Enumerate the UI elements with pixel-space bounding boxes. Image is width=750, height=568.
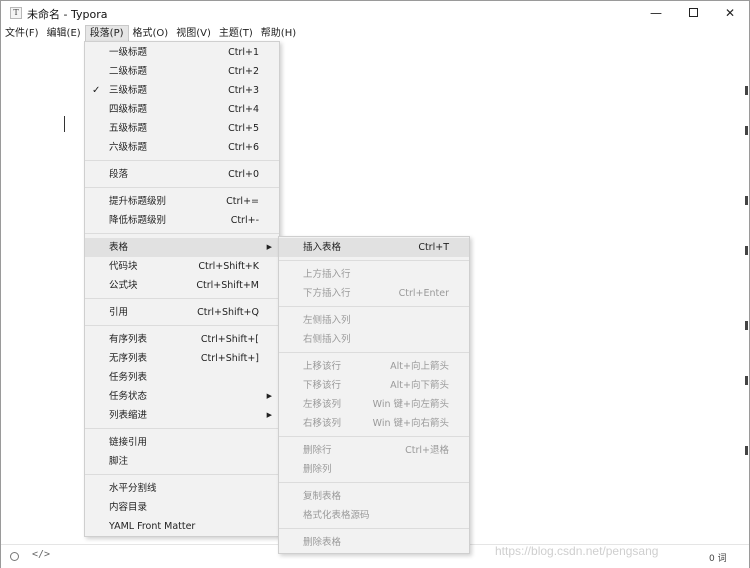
menu-separator [279,352,469,353]
menu-item-toc[interactable]: 内容目录 [85,498,279,517]
watermark: https://blog.csdn.net/pengsang [495,544,659,558]
menu-separator [85,233,279,234]
menu-item-list-indent[interactable]: 列表缩进 ▶ [85,406,279,425]
menu-item-insert-row-above[interactable]: 上方插入行 [279,265,469,284]
maximize-button[interactable] [674,1,712,25]
menu-separator [85,325,279,326]
menu-item-delete-col[interactable]: 删除列 [279,460,469,479]
typora-app-icon: T [10,7,22,19]
menu-separator [279,528,469,529]
table-submenu: 插入表格 Ctrl+T 上方插入行 下方插入行 Ctrl+Enter 左侧插入列… [278,236,470,554]
menu-item-heading-4[interactable]: 四级标题 Ctrl+4 [85,100,279,119]
typora-window: T 未命名 - Typora — ✕ 文件(F) 编辑(E) 段落(P) 格式(… [0,0,750,568]
submenu-arrow-icon: ▶ [266,392,272,400]
menu-item-horizontal-rule[interactable]: 水平分割线 [85,479,279,498]
menu-item-insert-table[interactable]: 插入表格 Ctrl+T [279,238,469,257]
close-button[interactable]: ✕ [711,1,749,25]
menu-format[interactable]: 格式(O) [129,25,173,42]
menu-item-insert-col-right[interactable]: 右侧插入列 [279,330,469,349]
menu-item-copy-table[interactable]: 复制表格 [279,487,469,506]
menu-separator [85,428,279,429]
menu-separator [279,436,469,437]
menu-item-footnote[interactable]: 脚注 [85,452,279,471]
menu-item-yaml-front-matter[interactable]: YAML Front Matter [85,517,279,536]
menu-file[interactable]: 文件(F) [1,25,43,42]
menu-view[interactable]: 视图(V) [172,25,215,42]
menu-edit[interactable]: 编辑(E) [43,25,85,42]
menu-item-paragraph[interactable]: 段落 Ctrl+0 [85,165,279,184]
sidebar-toggle-icon[interactable] [10,552,19,561]
menu-separator [85,298,279,299]
title-bar: T 未命名 - Typora — ✕ [1,1,749,25]
menu-item-heading-1[interactable]: 一级标题 Ctrl+1 [85,43,279,62]
paragraph-menu: 一级标题 Ctrl+1 二级标题 Ctrl+2 ✓ 三级标题 Ctrl+3 四级… [84,41,280,537]
menu-item-quote[interactable]: 引用 Ctrl+Shift+Q [85,303,279,322]
menu-item-math-block[interactable]: 公式块 Ctrl+Shift+M [85,276,279,295]
submenu-arrow-icon: ▶ [266,411,272,419]
menu-item-link-reference[interactable]: 链接引用 [85,433,279,452]
menu-item-format-table-source[interactable]: 格式化表格源码 [279,506,469,525]
menu-item-demote-heading[interactable]: 降低标题级别 Ctrl+- [85,211,279,230]
menu-item-move-col-left[interactable]: 左移该列 Win 键+向左箭头 [279,395,469,414]
menu-separator [85,187,279,188]
menu-separator [279,260,469,261]
check-icon: ✓ [92,85,101,96]
menu-item-heading-2[interactable]: 二级标题 Ctrl+2 [85,62,279,81]
menu-item-heading-3[interactable]: ✓ 三级标题 Ctrl+3 [85,81,279,100]
word-count[interactable]: 0 词 [709,551,727,564]
text-caret [64,116,65,132]
submenu-arrow-icon: ▶ [266,243,272,251]
menu-item-unordered-list[interactable]: 无序列表 Ctrl+Shift+] [85,349,279,368]
menu-theme[interactable]: 主题(T) [215,25,257,42]
menu-bar: 文件(F) 编辑(E) 段落(P) 格式(O) 视图(V) 主题(T) 帮助(H… [1,25,749,42]
menu-item-insert-row-below[interactable]: 下方插入行 Ctrl+Enter [279,284,469,303]
menu-item-ordered-list[interactable]: 有序列表 Ctrl+Shift+[ [85,330,279,349]
outline-scroll-markers [745,46,749,546]
menu-separator [85,160,279,161]
window-title: 未命名 - Typora [27,8,108,21]
menu-item-heading-6[interactable]: 六级标题 Ctrl+6 [85,138,279,157]
menu-help[interactable]: 帮助(H) [257,25,300,42]
source-code-mode-icon[interactable]: </> [32,549,50,560]
menu-paragraph[interactable]: 段落(P) [84,25,129,42]
menu-item-task-status[interactable]: 任务状态 ▶ [85,387,279,406]
menu-item-delete-table[interactable]: 删除表格 [279,533,469,552]
minimize-button[interactable]: — [637,1,675,25]
menu-item-move-row-up[interactable]: 上移该行 Alt+向上箭头 [279,357,469,376]
maximize-icon [688,8,698,17]
menu-item-task-list[interactable]: 任务列表 [85,368,279,387]
menu-item-table[interactable]: 表格 ▶ [85,238,279,257]
menu-item-delete-row[interactable]: 删除行 Ctrl+退格 [279,441,469,460]
menu-item-move-row-down[interactable]: 下移该行 Alt+向下箭头 [279,376,469,395]
menu-item-insert-col-left[interactable]: 左侧插入列 [279,311,469,330]
menu-separator [279,482,469,483]
menu-item-code-block[interactable]: 代码块 Ctrl+Shift+K [85,257,279,276]
menu-item-heading-5[interactable]: 五级标题 Ctrl+5 [85,119,279,138]
menu-separator [85,474,279,475]
menu-item-promote-heading[interactable]: 提升标题级别 Ctrl+= [85,192,279,211]
menu-item-move-col-right[interactable]: 右移该列 Win 键+向右箭头 [279,414,469,433]
menu-separator [279,306,469,307]
